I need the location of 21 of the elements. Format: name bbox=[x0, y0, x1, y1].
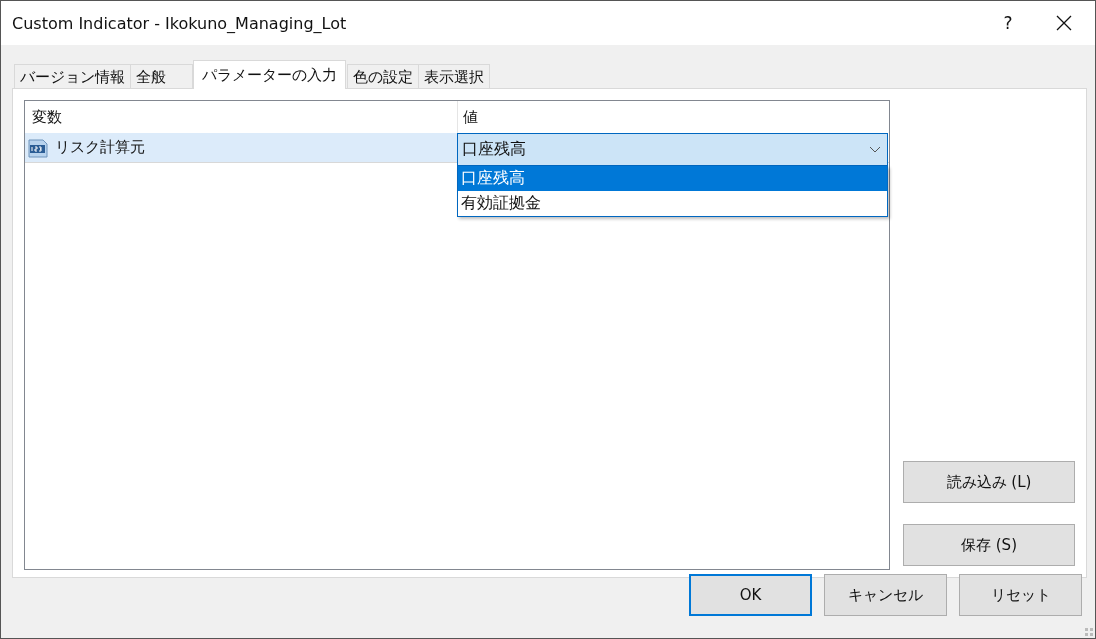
tab[interactable]: 表示選択 bbox=[418, 64, 490, 89]
side-button[interactable]: 読み込み (L) bbox=[903, 461, 1075, 503]
window-title: Custom Indicator - Ikokuno_Managing_Lot bbox=[12, 13, 348, 33]
tab[interactable]: 全般 bbox=[130, 64, 193, 89]
dropdown-option[interactable]: 口座残高 bbox=[458, 166, 887, 191]
tab[interactable]: 色の設定 bbox=[347, 64, 419, 89]
tab[interactable]: パラメーターの入力 bbox=[193, 60, 346, 89]
dialog-button[interactable]: リセット bbox=[959, 574, 1082, 616]
dialog-button[interactable]: キャンセル bbox=[824, 574, 947, 616]
value-dropdown[interactable]: 口座残高 bbox=[457, 133, 888, 166]
help-button[interactable]: ? bbox=[993, 1, 1023, 45]
dropdown-option[interactable]: 有効証拠金 bbox=[458, 191, 887, 216]
parameter-name: リスク計算元 bbox=[55, 138, 145, 157]
chevron-down-icon bbox=[869, 145, 881, 154]
close-icon bbox=[1056, 15, 1072, 31]
side-button[interactable]: 保存 (S) bbox=[903, 524, 1075, 566]
tab[interactable]: バージョン情報 bbox=[14, 64, 131, 89]
resize-grip-icon bbox=[1085, 628, 1093, 636]
column-header: 変数 bbox=[31, 107, 63, 127]
dialog-button[interactable]: OK bbox=[689, 574, 812, 616]
number-icon bbox=[27, 136, 49, 159]
